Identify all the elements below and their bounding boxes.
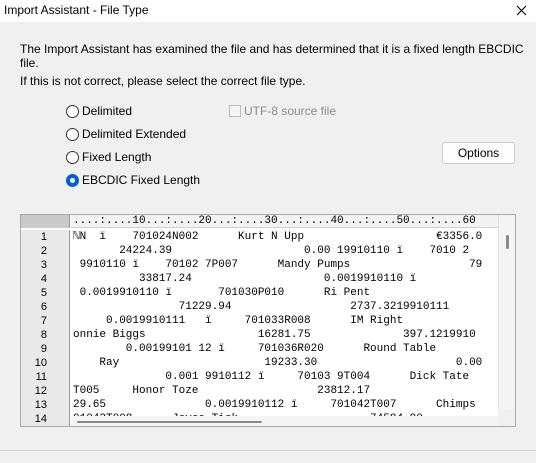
radio-delimited-extended[interactable]: Delimited Extended [66,126,186,142]
radio-button[interactable] [66,104,79,118]
row-text: T005 Honor Toze 23812.17 [73,385,371,397]
horizontal-scrollbar[interactable] [71,416,499,426]
vertical-scrollbar[interactable] [498,215,515,426]
radio-label: Delimited [82,104,133,118]
preview-row: 11 0.001 9910112 ï 70103 9T004 Dick Tate [21,370,499,384]
bottom-divider [0,450,536,451]
options-button[interactable]: Options [442,142,515,164]
row-number: 3 [21,258,70,272]
title-bar: Import Assistant - File Type [0,0,536,22]
radio-button[interactable] [66,150,79,164]
scrollbar-corner [498,409,515,426]
column-ruler-row: ....:....10...:....20...:....30...:....4… [21,215,499,228]
radio-ebcdic-fixed-length[interactable]: EBCDIC Fixed Length [66,172,200,188]
vertical-scroll-thumb[interactable] [506,235,509,249]
radio-label: Fixed Length [82,150,152,164]
row-number: 14 [21,412,70,426]
row-number: 8 [21,328,70,342]
column-ruler: ....:....10...:....20...:....30...:....4… [71,215,499,228]
grid-corner [21,215,70,228]
radio-button-selected[interactable] [66,173,79,187]
row-text: 0.0019910110 ï 701030P010 Ri Pent [73,287,371,299]
checkbox-label: UTF-8 source file [244,104,337,118]
preview-rows: 1 ℕN ï 701024N002 Kurt N Upp €3356.0 2 242… [21,230,499,426]
row-number: 9 [21,342,70,356]
instruction-message: If this is not correct, please select th… [20,74,306,88]
preview-row: 4 33817.24 0.0019910110 ï [21,272,499,286]
close-button[interactable] [506,0,536,20]
row-text: 9910110 ï 70102 7P007 Mandy Pumps 79 [73,259,483,271]
row-number: 11 [21,370,70,384]
file-preview-grid[interactable]: ....:....10...:....20...:....30...:....4… [20,214,516,427]
preview-row: 3 9910110 ï 70102 7P007 Mandy Pumps 79 [21,258,499,272]
row-text: 0.00199101 12 ï 701036R020 Round Table [73,343,437,355]
radio-button[interactable] [66,127,79,141]
row-number: 4 [21,272,70,286]
row-text: 29.65 0.0019910112 ï 701042T007 Chimps [73,399,476,411]
preview-row: 9 0.00199101 12 ï 701036R020 Round Table [21,342,499,356]
preview-row: 2 24224.39 0.00 19910110 ï 7010 2 [21,244,499,258]
preview-row: 7 0.0019910111 ï 701033R008 IM Right [21,314,499,328]
radio-fixed-length[interactable]: Fixed Length [66,149,151,165]
preview-row: 5 0.0019910110 ï 701030P010 Ri Pent [21,286,499,300]
row-number: 1 [21,230,70,244]
preview-row: 10 Ray 19233.30 0.00 [21,356,499,370]
utf8-source-checkbox[interactable]: UTF-8 source file [229,104,336,118]
window-title: Import Assistant - File Type [4,3,149,17]
row-number: 6 [21,300,70,314]
row-number: 13 [21,398,70,412]
row-text: 33817.24 0.0019910110 ï [73,273,417,285]
preview-row: 6 71229.94 2737.3219910111 [21,300,499,314]
row-number: 10 [21,356,70,370]
horizontal-scroll-thumb[interactable] [77,421,262,423]
radio-label: EBCDIC Fixed Length [82,173,201,187]
row-text: 71229.94 2737.3219910111 [73,301,450,313]
close-icon [516,5,526,15]
radio-delimited[interactable]: Delimited [66,103,132,119]
row-number: 12 [21,384,70,398]
preview-row: 1 ℕN ï 701024N002 Kurt N Upp €3356.0 [21,230,499,244]
row-number: 7 [21,314,70,328]
row-text: onnie Biggs 16281.75 397.1219910 [73,329,476,341]
row-text: Ray 19233.30 0.00 [73,357,483,369]
preview-row: 12 T005 Honor Toze 23812.17 [21,384,499,398]
checkbox[interactable] [229,105,241,117]
radio-label: Delimited Extended [82,127,187,141]
row-number: 5 [21,286,70,300]
row-text: 24224.39 0.00 19910110 ï 7010 2 [73,245,470,257]
row-text: 0.0019910111 ï 701033R008 IM Right [73,315,404,327]
detection-message: The Import Assistant has examined the fi… [20,42,524,70]
preview-row: 8 onnie Biggs 16281.75 397.1219910 [21,328,499,342]
preview-row: 13 29.65 0.0019910112 ï 701042T007 Chimps [21,398,499,412]
row-text: ℕN ï 701024N002 Kurt N Upp €3356.0 [73,231,483,243]
row-text: 0.001 9910112 ï 70103 9T004 Dick Tate [73,371,470,383]
row-number: 2 [21,244,70,258]
